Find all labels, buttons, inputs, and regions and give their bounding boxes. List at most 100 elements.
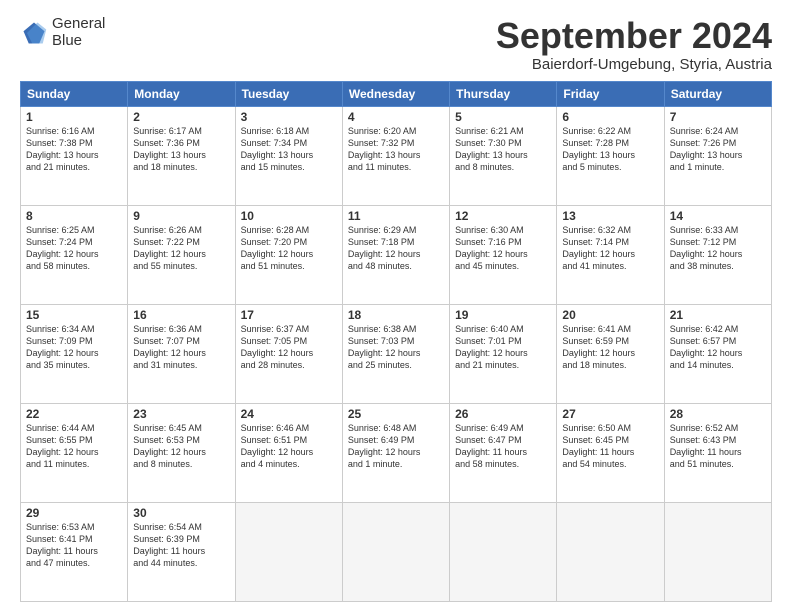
day-number: 6 xyxy=(562,110,658,124)
day-info: Sunrise: 6:29 AMSunset: 7:18 PMDaylight:… xyxy=(348,224,444,273)
week-row-2: 8Sunrise: 6:25 AMSunset: 7:24 PMDaylight… xyxy=(21,205,772,304)
day-cell xyxy=(342,502,449,601)
day-cell: 22Sunrise: 6:44 AMSunset: 6:55 PMDayligh… xyxy=(21,403,128,502)
day-number: 2 xyxy=(133,110,229,124)
day-cell: 13Sunrise: 6:32 AMSunset: 7:14 PMDayligh… xyxy=(557,205,664,304)
weekday-thursday: Thursday xyxy=(450,81,557,106)
day-number: 26 xyxy=(455,407,551,421)
week-row-4: 22Sunrise: 6:44 AMSunset: 6:55 PMDayligh… xyxy=(21,403,772,502)
day-info: Sunrise: 6:25 AMSunset: 7:24 PMDaylight:… xyxy=(26,224,122,273)
day-number: 30 xyxy=(133,506,229,520)
day-info: Sunrise: 6:44 AMSunset: 6:55 PMDaylight:… xyxy=(26,422,122,471)
day-cell: 18Sunrise: 6:38 AMSunset: 7:03 PMDayligh… xyxy=(342,304,449,403)
calendar-table: SundayMondayTuesdayWednesdayThursdayFrid… xyxy=(20,81,772,602)
day-cell xyxy=(557,502,664,601)
day-info: Sunrise: 6:17 AMSunset: 7:36 PMDaylight:… xyxy=(133,125,229,174)
day-cell xyxy=(664,502,771,601)
day-cell: 4Sunrise: 6:20 AMSunset: 7:32 PMDaylight… xyxy=(342,106,449,205)
day-info: Sunrise: 6:24 AMSunset: 7:26 PMDaylight:… xyxy=(670,125,766,174)
weekday-header-row: SundayMondayTuesdayWednesdayThursdayFrid… xyxy=(21,81,772,106)
day-cell: 16Sunrise: 6:36 AMSunset: 7:07 PMDayligh… xyxy=(128,304,235,403)
weekday-wednesday: Wednesday xyxy=(342,81,449,106)
day-info: Sunrise: 6:42 AMSunset: 6:57 PMDaylight:… xyxy=(670,323,766,372)
day-cell: 27Sunrise: 6:50 AMSunset: 6:45 PMDayligh… xyxy=(557,403,664,502)
day-cell: 28Sunrise: 6:52 AMSunset: 6:43 PMDayligh… xyxy=(664,403,771,502)
day-number: 12 xyxy=(455,209,551,223)
day-info: Sunrise: 6:33 AMSunset: 7:12 PMDaylight:… xyxy=(670,224,766,273)
day-number: 20 xyxy=(562,308,658,322)
day-cell: 5Sunrise: 6:21 AMSunset: 7:30 PMDaylight… xyxy=(450,106,557,205)
day-info: Sunrise: 6:26 AMSunset: 7:22 PMDaylight:… xyxy=(133,224,229,273)
day-number: 16 xyxy=(133,308,229,322)
day-number: 8 xyxy=(26,209,122,223)
day-number: 9 xyxy=(133,209,229,223)
day-cell: 23Sunrise: 6:45 AMSunset: 6:53 PMDayligh… xyxy=(128,403,235,502)
day-cell: 24Sunrise: 6:46 AMSunset: 6:51 PMDayligh… xyxy=(235,403,342,502)
day-cell: 6Sunrise: 6:22 AMSunset: 7:28 PMDaylight… xyxy=(557,106,664,205)
day-info: Sunrise: 6:38 AMSunset: 7:03 PMDaylight:… xyxy=(348,323,444,372)
day-info: Sunrise: 6:34 AMSunset: 7:09 PMDaylight:… xyxy=(26,323,122,372)
day-info: Sunrise: 6:28 AMSunset: 7:20 PMDaylight:… xyxy=(241,224,337,273)
day-cell: 14Sunrise: 6:33 AMSunset: 7:12 PMDayligh… xyxy=(664,205,771,304)
week-row-5: 29Sunrise: 6:53 AMSunset: 6:41 PMDayligh… xyxy=(21,502,772,601)
title-block: September 2024 Baierdorf-Umgebung, Styri… xyxy=(496,16,772,73)
weekday-friday: Friday xyxy=(557,81,664,106)
day-info: Sunrise: 6:30 AMSunset: 7:16 PMDaylight:… xyxy=(455,224,551,273)
day-number: 22 xyxy=(26,407,122,421)
day-number: 27 xyxy=(562,407,658,421)
day-info: Sunrise: 6:49 AMSunset: 6:47 PMDaylight:… xyxy=(455,422,551,471)
day-number: 11 xyxy=(348,209,444,223)
day-cell: 2Sunrise: 6:17 AMSunset: 7:36 PMDaylight… xyxy=(128,106,235,205)
location: Baierdorf-Umgebung, Styria, Austria xyxy=(496,56,772,73)
day-cell: 30Sunrise: 6:54 AMSunset: 6:39 PMDayligh… xyxy=(128,502,235,601)
day-number: 3 xyxy=(241,110,337,124)
day-cell: 15Sunrise: 6:34 AMSunset: 7:09 PMDayligh… xyxy=(21,304,128,403)
day-info: Sunrise: 6:37 AMSunset: 7:05 PMDaylight:… xyxy=(241,323,337,372)
day-cell: 20Sunrise: 6:41 AMSunset: 6:59 PMDayligh… xyxy=(557,304,664,403)
day-info: Sunrise: 6:54 AMSunset: 6:39 PMDaylight:… xyxy=(133,521,229,570)
day-cell: 1Sunrise: 6:16 AMSunset: 7:38 PMDaylight… xyxy=(21,106,128,205)
day-info: Sunrise: 6:21 AMSunset: 7:30 PMDaylight:… xyxy=(455,125,551,174)
day-cell: 19Sunrise: 6:40 AMSunset: 7:01 PMDayligh… xyxy=(450,304,557,403)
day-cell: 8Sunrise: 6:25 AMSunset: 7:24 PMDaylight… xyxy=(21,205,128,304)
day-info: Sunrise: 6:32 AMSunset: 7:14 PMDaylight:… xyxy=(562,224,658,273)
day-number: 4 xyxy=(348,110,444,124)
day-info: Sunrise: 6:22 AMSunset: 7:28 PMDaylight:… xyxy=(562,125,658,174)
day-number: 21 xyxy=(670,308,766,322)
header: General Blue September 2024 Baierdorf-Um… xyxy=(20,16,772,73)
logo-line2: Blue xyxy=(52,33,105,50)
week-row-1: 1Sunrise: 6:16 AMSunset: 7:38 PMDaylight… xyxy=(21,106,772,205)
day-number: 5 xyxy=(455,110,551,124)
logo-icon xyxy=(20,19,48,47)
day-cell: 26Sunrise: 6:49 AMSunset: 6:47 PMDayligh… xyxy=(450,403,557,502)
day-info: Sunrise: 6:50 AMSunset: 6:45 PMDaylight:… xyxy=(562,422,658,471)
month-title: September 2024 xyxy=(496,16,772,56)
day-number: 24 xyxy=(241,407,337,421)
day-info: Sunrise: 6:16 AMSunset: 7:38 PMDaylight:… xyxy=(26,125,122,174)
day-number: 13 xyxy=(562,209,658,223)
day-info: Sunrise: 6:48 AMSunset: 6:49 PMDaylight:… xyxy=(348,422,444,471)
weekday-sunday: Sunday xyxy=(21,81,128,106)
day-info: Sunrise: 6:45 AMSunset: 6:53 PMDaylight:… xyxy=(133,422,229,471)
day-number: 23 xyxy=(133,407,229,421)
day-number: 14 xyxy=(670,209,766,223)
day-number: 7 xyxy=(670,110,766,124)
day-info: Sunrise: 6:40 AMSunset: 7:01 PMDaylight:… xyxy=(455,323,551,372)
day-number: 17 xyxy=(241,308,337,322)
day-number: 18 xyxy=(348,308,444,322)
weekday-saturday: Saturday xyxy=(664,81,771,106)
day-number: 29 xyxy=(26,506,122,520)
day-info: Sunrise: 6:41 AMSunset: 6:59 PMDaylight:… xyxy=(562,323,658,372)
day-cell: 10Sunrise: 6:28 AMSunset: 7:20 PMDayligh… xyxy=(235,205,342,304)
day-number: 1 xyxy=(26,110,122,124)
day-cell: 9Sunrise: 6:26 AMSunset: 7:22 PMDaylight… xyxy=(128,205,235,304)
week-row-3: 15Sunrise: 6:34 AMSunset: 7:09 PMDayligh… xyxy=(21,304,772,403)
weekday-tuesday: Tuesday xyxy=(235,81,342,106)
day-cell: 21Sunrise: 6:42 AMSunset: 6:57 PMDayligh… xyxy=(664,304,771,403)
logo-line1: General xyxy=(52,16,105,33)
day-number: 25 xyxy=(348,407,444,421)
day-cell: 7Sunrise: 6:24 AMSunset: 7:26 PMDaylight… xyxy=(664,106,771,205)
day-info: Sunrise: 6:46 AMSunset: 6:51 PMDaylight:… xyxy=(241,422,337,471)
weekday-monday: Monday xyxy=(128,81,235,106)
day-number: 10 xyxy=(241,209,337,223)
